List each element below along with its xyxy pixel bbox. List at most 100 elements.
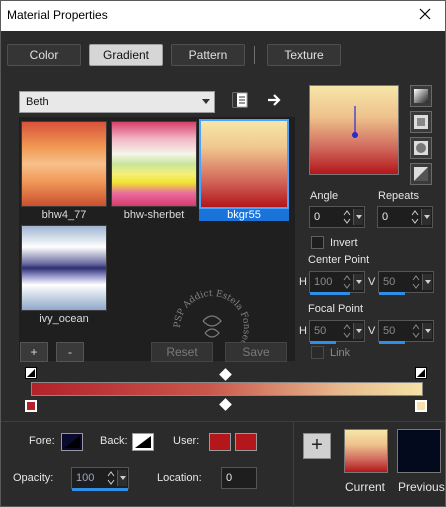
focal-h-slider-bar [310,341,336,344]
focal-h-value: 50 [314,325,327,337]
start-stop-top-marker[interactable] [25,367,37,379]
invert-label: Invert [330,237,358,249]
focal-v-label: V [368,325,376,337]
gradient-swatch[interactable] [21,225,107,311]
tab-bar: Color Gradient Pattern Texture [1,41,445,69]
current-material-swatch[interactable] [344,429,388,473]
focal-v-spinner[interactable]: 50 [378,320,434,344]
center-v-spinner[interactable]: 50 [378,271,434,295]
invert-checkbox[interactable] [311,236,324,249]
back-label: Back: [100,435,128,447]
spinner-arrows-icon[interactable] [410,209,420,225]
current-label: Current [345,480,386,494]
tab-pattern[interactable]: Pattern [171,44,245,66]
link-label: Link [330,347,351,359]
chevron-down-icon [202,99,210,104]
angle-spinner[interactable]: 0 [309,206,365,228]
user-color-swatch-2[interactable] [235,433,257,451]
repeats-value: 0 [382,211,389,223]
opacity-slider-bar [72,488,128,491]
previous-material-swatch[interactable] [397,429,441,473]
remove-gradient-button[interactable]: - [56,342,84,362]
gradient-swatch[interactable] [21,121,107,207]
opacity-value: 100 [76,472,95,484]
reset-button[interactable]: Reset [151,342,213,362]
gradient-swatch-grid: bhw4_77 bhw-sherbet bkgr55 ivy_ocean PSP… [19,117,295,361]
start-color-stop[interactable] [25,400,37,412]
material-properties-window: Material Properties Color Gradient Patte… [0,0,446,507]
user-color-swatch-1[interactable] [209,433,231,451]
book-icon[interactable] [231,91,251,111]
sunburst-style-icon[interactable] [410,137,432,159]
chevron-down-icon[interactable] [422,274,432,290]
fore-label: Fore: [29,435,55,447]
spinner-arrows-icon[interactable] [106,470,116,486]
focal-h-spinner[interactable]: 50 [309,320,365,344]
rectangular-style-icon[interactable] [410,111,432,133]
focal-v-slider-bar [379,341,405,344]
gradient-category-value: Beth [26,96,49,108]
add-to-swatches-button[interactable]: + [303,433,331,459]
opacity-label: Opacity: [13,472,54,484]
title-bar: Material Properties [1,1,445,31]
tab-separator [254,46,255,64]
chevron-down-icon[interactable] [117,470,127,486]
tab-texture[interactable]: Texture [267,44,341,66]
center-v-slider-bar [379,292,405,295]
divider [293,421,294,507]
linear-style-icon[interactable] [410,85,432,107]
end-stop-top-marker[interactable] [415,367,427,379]
end-color-stop[interactable] [415,400,427,412]
link-checkbox[interactable] [311,346,324,359]
center-h-value: 100 [314,276,333,288]
opacity-spinner[interactable]: 100 [71,467,129,491]
center-point-label: Center Point [308,254,370,266]
location-label: Location: [157,472,202,484]
location-field[interactable]: 0 [221,467,257,489]
arrow-right-icon[interactable] [265,91,285,111]
angle-label: Angle [310,190,339,202]
center-h-slider-bar [310,292,350,295]
radial-style-icon[interactable] [410,163,432,185]
gradient-swatch-selected[interactable] [199,119,289,209]
fore-swatch[interactable] [61,433,83,451]
chevron-down-icon[interactable] [353,323,363,339]
gradient-preview[interactable] [309,85,399,175]
angle-value: 0 [314,211,321,223]
user-label: User: [173,435,200,447]
spinner-arrows-icon[interactable] [342,209,352,225]
add-gradient-button[interactable]: + [20,342,48,362]
gradient-swatch-label: bhw-sherbet [123,209,185,221]
focal-v-value: 50 [383,325,396,337]
focal-point-label: Focal Point [308,303,364,315]
tab-color[interactable]: Color [7,44,81,66]
chevron-down-icon[interactable] [353,209,363,225]
angle-indicator-icon [352,106,358,138]
spinner-arrows-icon[interactable] [342,274,352,290]
window-title: Material Properties [7,8,108,22]
spinner-arrows-icon[interactable] [411,274,421,290]
gradient-category-dropdown[interactable]: Beth [19,91,215,113]
gradient-swatch-label: bhw4_77 [41,209,87,221]
close-icon[interactable] [417,6,433,22]
center-h-label: H [299,276,307,288]
gradient-editor-bar[interactable] [31,382,423,396]
save-button[interactable]: Save [225,342,287,362]
tab-gradient[interactable]: Gradient [89,44,163,66]
previous-label: Previous [398,480,445,494]
center-v-label: V [368,276,376,288]
chevron-down-icon[interactable] [353,274,363,290]
chevron-down-icon[interactable] [422,323,432,339]
spinner-arrows-icon[interactable] [342,323,352,339]
gradient-swatch[interactable] [111,121,197,207]
midpoint-bottom-marker[interactable] [219,398,232,411]
repeats-spinner[interactable]: 0 [377,206,433,228]
spinner-arrows-icon[interactable] [411,323,421,339]
center-h-spinner[interactable]: 100 [309,271,365,295]
back-swatch[interactable] [132,433,154,451]
gradient-swatch-label: bkgr55 [199,209,289,221]
divider [1,421,445,422]
gradient-swatch-label: ivy_ocean [39,313,89,325]
center-v-value: 50 [383,276,396,288]
chevron-down-icon[interactable] [421,209,431,225]
